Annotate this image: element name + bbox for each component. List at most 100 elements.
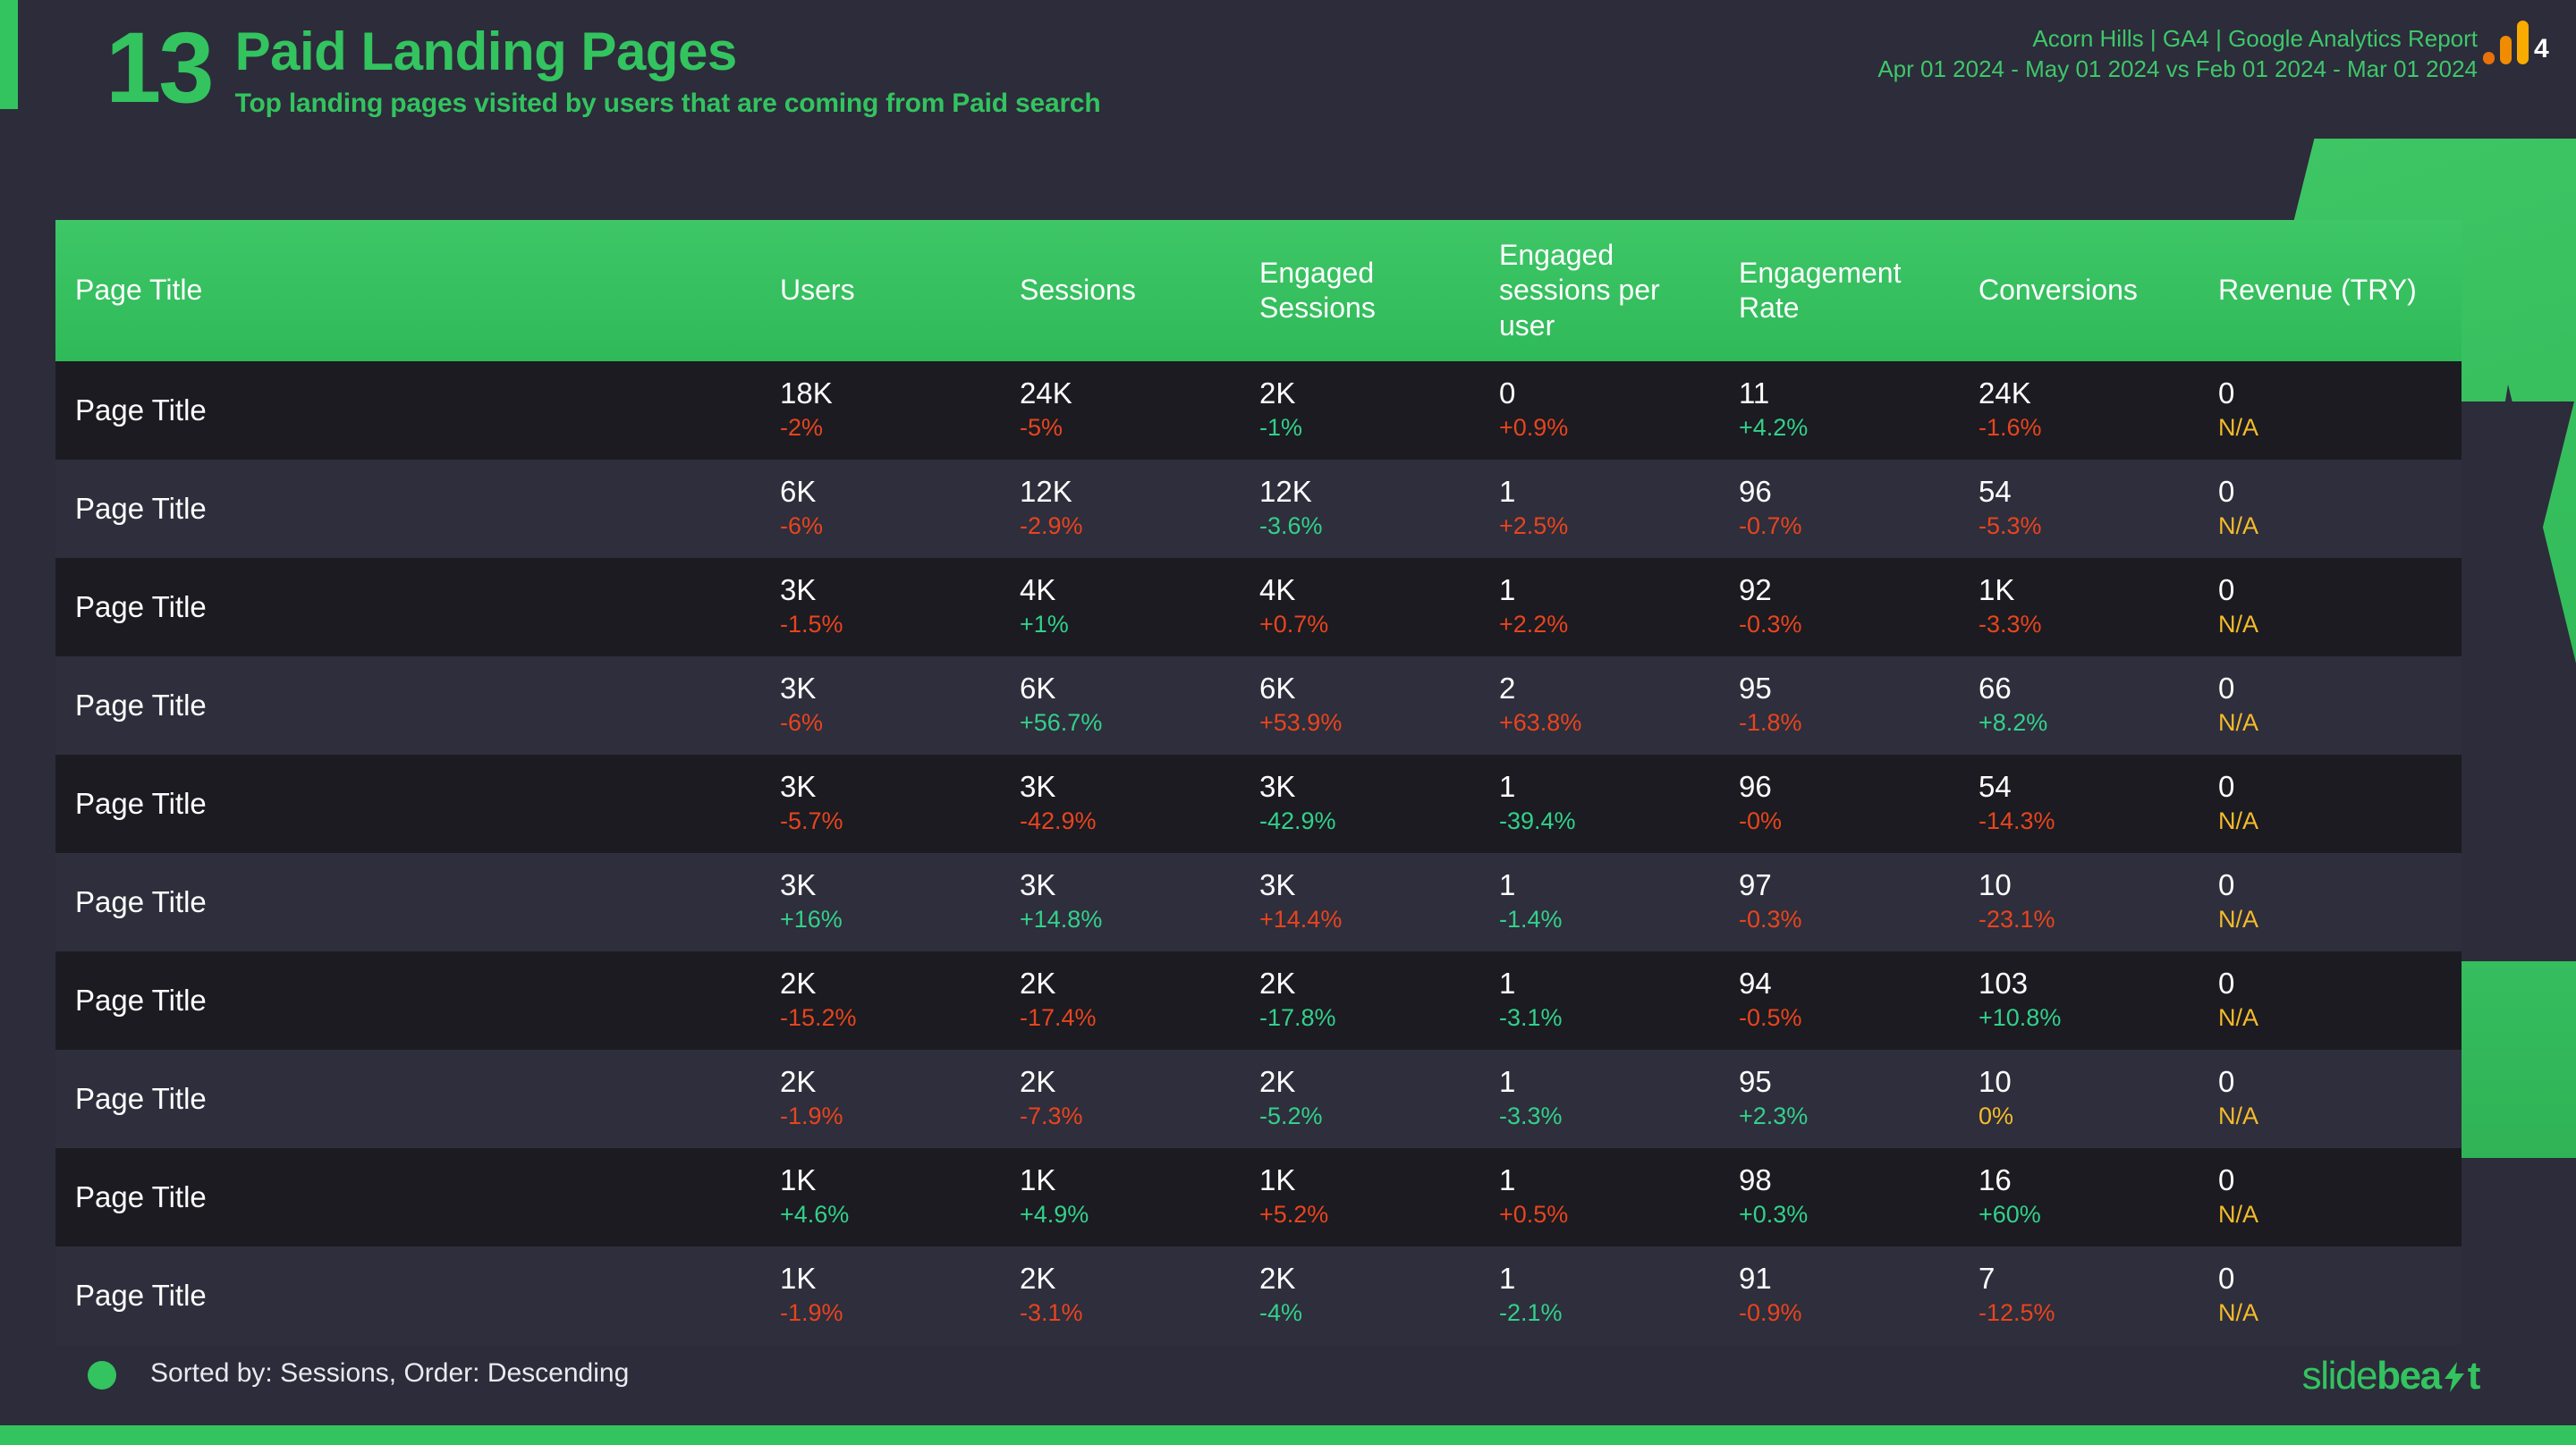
metric-cell: 1K +5.2% — [1259, 1164, 1499, 1230]
metric-cell: 97 -0.3% — [1739, 869, 1979, 935]
metric-cell: 3K -1.5% — [780, 574, 1020, 640]
metric-delta: N/A — [2218, 906, 2259, 934]
column-header-revenue-try[interactable]: Revenue (TRY) — [2218, 273, 2462, 308]
metric-cell: 1 -3.3% — [1499, 1066, 1739, 1132]
metric-value: 2K — [1259, 1064, 1296, 1098]
metric-cell: 95 +2.3% — [1739, 1066, 1979, 1132]
column-header-engagement-rate[interactable]: Engagement Rate — [1739, 256, 1979, 325]
cell-page-title: Page Title — [75, 393, 207, 427]
metric-value: 3K — [780, 769, 817, 803]
table-row[interactable]: Page Title 1K +4.6% 1K +4.9% 1K +5.2% 1 +0.5% 98 +… — [55, 1148, 2462, 1246]
metric-cell: 1K +4.9% — [1020, 1164, 1259, 1230]
metric-delta: +8.2% — [1979, 709, 2048, 737]
table-row[interactable]: Page Title 3K -5.7% 3K -42.9% 3K -42.9% 1 -39.4%… — [55, 755, 2462, 853]
metric-cell: 24K -5% — [1020, 377, 1259, 444]
brand-text-bea: bea — [2377, 1354, 2442, 1398]
column-header-conversions[interactable]: Conversions — [1979, 273, 2218, 308]
cell-page-title: Page Title — [75, 787, 207, 820]
metric-value: 96 — [1739, 474, 1772, 508]
metric-delta: +14.8% — [1020, 906, 1103, 934]
metric-cell: 12K -3.6% — [1259, 476, 1499, 542]
metric-value: 95 — [1739, 1064, 1772, 1098]
metric-delta: +4.6% — [780, 1201, 850, 1229]
metric-delta: +5.2% — [1259, 1201, 1329, 1229]
metric-cell: 0 N/A — [2218, 968, 2462, 1034]
metric-cell: 6K -6% — [780, 476, 1020, 542]
metric-delta: -2.9% — [1020, 512, 1083, 540]
metric-cell: 16 +60% — [1979, 1164, 2218, 1230]
metric-delta: -23.1% — [1979, 906, 2055, 934]
metric-value: 1 — [1499, 1261, 1516, 1295]
table-row[interactable]: Page Title 3K -1.5% 4K +1% 4K +0.7% 1 +2.2% 92 -0.… — [55, 558, 2462, 656]
metric-delta: -1.4% — [1499, 906, 1563, 934]
metric-delta: -17.8% — [1259, 1004, 1336, 1032]
metric-value: 12K — [1259, 474, 1312, 508]
metric-delta: +2.2% — [1499, 611, 1569, 638]
metric-delta: -7.3% — [1020, 1103, 1083, 1130]
metric-cell: 66 +8.2% — [1979, 672, 2218, 739]
decorative-bottom-accent-bar — [0, 1425, 2576, 1445]
metric-cell: 0 N/A — [2218, 771, 2462, 837]
table-row[interactable]: Page Title 6K -6% 12K -2.9% 12K -3.6% 1 +2.5% 96-… — [55, 460, 2462, 558]
table-row[interactable]: Page Title 2K -15.2% 2K -17.4% 2K -17.8% 1 -3.1%… — [55, 951, 2462, 1050]
table-row[interactable]: Page Title 18K -2% 24K -5% 2K -1% 0 +0.9% 11 +4.2%… — [55, 361, 2462, 460]
column-header-sessions[interactable]: Sessions — [1020, 273, 1259, 308]
metric-cell: 6K +53.9% — [1259, 672, 1499, 739]
metric-value: 54 — [1979, 769, 2012, 803]
metric-cell: 10 0% — [1979, 1066, 2218, 1132]
metric-delta: -1.6% — [1979, 414, 2042, 442]
metric-delta: -0% — [1739, 807, 1783, 835]
metric-value: 97 — [1739, 867, 1772, 901]
metric-cell: 2K -15.2% — [780, 968, 1020, 1034]
metric-value: 3K — [780, 671, 817, 705]
table-row[interactable]: Page Title 3K -6% 6K +56.7% 6K +53.9% 2 +63.8% 95… — [55, 656, 2462, 755]
metric-value: 4K — [1020, 572, 1056, 606]
metric-delta: +4.2% — [1739, 414, 1809, 442]
metric-delta: -0.5% — [1739, 1004, 1802, 1032]
table-row[interactable]: Page Title 3K +16% 3K +14.8% 3K +14.4% 1 -1.4% 97… — [55, 853, 2462, 951]
metric-delta: +63.8% — [1499, 709, 1582, 737]
metric-value: 24K — [1979, 376, 2031, 410]
metric-value: 0 — [2218, 1261, 2235, 1295]
metric-cell: 94 -0.5% — [1739, 968, 1979, 1034]
metric-delta: +0.5% — [1499, 1201, 1569, 1229]
metric-cell: 1K -3.3% — [1979, 574, 2218, 640]
metric-delta: -5.3% — [1979, 512, 2042, 540]
metric-delta: -0.3% — [1739, 611, 1802, 638]
column-header-engaged-sessions[interactable]: Engaged Sessions — [1259, 256, 1499, 325]
metric-cell: 95 -1.8% — [1739, 672, 1979, 739]
metric-delta: -3.3% — [1499, 1103, 1563, 1130]
metric-cell: 1 -1.4% — [1499, 869, 1739, 935]
metric-value: 1 — [1499, 1162, 1516, 1196]
metric-value: 0 — [2218, 474, 2235, 508]
metric-cell: 0 N/A — [2218, 377, 2462, 444]
metric-delta: -3.3% — [1979, 611, 2042, 638]
metric-value: 0 — [2218, 769, 2235, 803]
metric-delta: -0.3% — [1739, 906, 1802, 934]
page-subtitle: Top landing pages visited by users that … — [234, 89, 1101, 118]
metric-value: 2 — [1499, 671, 1516, 705]
metric-value: 0 — [2218, 671, 2235, 705]
metric-cell: 2K -1.9% — [780, 1066, 1020, 1132]
metric-delta: -14.3% — [1979, 807, 2055, 835]
metric-value: 2K — [780, 966, 817, 1000]
metric-delta: N/A — [2218, 1103, 2259, 1130]
metric-cell: 1 +0.5% — [1499, 1164, 1739, 1230]
table-row[interactable]: Page Title 2K -1.9% 2K -7.3% 2K -5.2% 1 -3.3% 95 +… — [55, 1050, 2462, 1148]
metric-delta: N/A — [2218, 807, 2259, 835]
cell-page-title: Page Title — [75, 492, 207, 525]
cell-page-title: Page Title — [75, 1082, 207, 1115]
column-header-engaged-sessions-per-user[interactable]: Engaged sessions per user — [1499, 238, 1739, 342]
metric-delta: +2.3% — [1739, 1103, 1809, 1130]
google-analytics-4-icon: 4 — [2483, 21, 2549, 64]
metric-value: 2K — [1020, 1064, 1056, 1098]
column-header-users[interactable]: Users — [780, 273, 1020, 308]
metric-delta: N/A — [2218, 414, 2259, 442]
metric-delta: +1% — [1020, 611, 1069, 638]
column-header-page-title[interactable]: Page Title — [55, 273, 780, 308]
metric-value: 3K — [1259, 867, 1296, 901]
metric-value: 103 — [1979, 966, 2029, 1000]
metric-value: 98 — [1739, 1162, 1772, 1196]
metric-value: 2K — [1259, 1261, 1296, 1295]
metric-value: 3K — [780, 867, 817, 901]
